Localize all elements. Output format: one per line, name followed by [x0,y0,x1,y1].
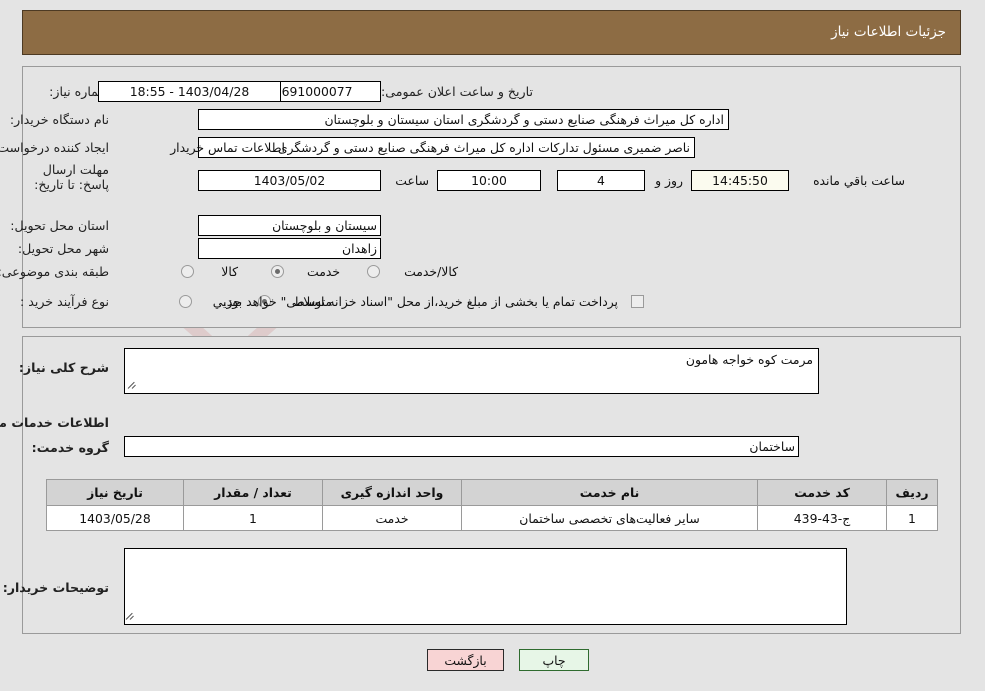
page-root: AriaTender.net جزئیات اطلاعات نیاز شماره… [0,0,985,691]
radio-category-kala-khedmat-label: کالا/خدمت [404,264,458,279]
buyer-org-label: نام دستگاه خریدار: [9,112,109,127]
announce-datetime-label: تاریخ و ساعت اعلان عمومی: [381,84,533,99]
radio-category-khedmat[interactable] [271,265,284,278]
radio-process-jozii[interactable] [179,295,192,308]
need-summary-panel [22,66,961,328]
remaining-days-label: روز و [655,173,683,188]
cell-quantity: 1 [183,505,323,531]
th-service-name: نام خدمت [461,479,758,506]
countdown-timer-value: 14:45:50 [691,170,789,191]
deadline-label: مهلت ارسال پاسخ: تا تاریخ: [34,162,109,192]
buyer-contact-link[interactable]: اطلاعات تماس خریدار [170,140,285,155]
th-row-number: ردیف [886,479,938,506]
back-button[interactable]: بازگشت [427,649,504,671]
service-group-value: ساختمان [124,436,799,457]
services-table: ردیف کد خدمت نام خدمت واحد اندازه گیری ت… [46,479,938,531]
general-description-label: شرح کلی نیاز: [18,360,109,375]
print-button[interactable]: چاپ [519,649,589,671]
request-creator-label: ایجاد کننده درخواست: [0,140,109,155]
radio-category-kala-label: کالا [221,264,238,279]
table-row: 1 ج-43-439 سایر فعالیت‌های تخصصی ساختمان… [46,505,938,531]
table-header-row: ردیف کد خدمت نام خدمت واحد اندازه گیری ت… [46,479,938,506]
subject-category-label: طبقه بندی موضوعی: [0,264,109,279]
deadline-time-value: 10:00 [437,170,541,191]
cell-row-number: 1 [886,505,938,531]
radio-category-kala[interactable] [181,265,194,278]
treasury-document-checkbox[interactable] [631,295,644,308]
delivery-city-label: شهر محل تحویل: [17,241,109,256]
deadline-hour-label: ساعت [395,173,429,188]
cell-service-code: ج-43-439 [757,505,887,531]
cell-unit: خدمت [322,505,462,531]
th-need-date: تاریخ نیاز [46,479,184,506]
cell-need-date: 1403/05/28 [46,505,184,531]
th-unit: واحد اندازه گیری [322,479,462,506]
radio-category-khedmat-label: خدمت [307,264,340,279]
buyer-org-value: اداره کل میراث فرهنگی صنایع دستی و گردشگ… [198,109,729,130]
announce-datetime-value: 1403/04/28 - 18:55 [98,81,281,102]
treasury-document-label: پرداخت تمام یا بخشی از مبلغ خرید،از محل … [222,294,618,309]
deadline-date-value: 1403/05/02 [198,170,381,191]
page-title: جزئیات اطلاعات نیاز [831,24,946,40]
service-group-label: گروه خدمت: [31,440,109,455]
delivery-province-label: استان محل تحویل: [10,218,109,233]
countdown-label: ساعت باقي مانده [813,173,905,188]
buyer-notes-label: توضیحات خریدار: [2,580,109,595]
th-quantity: تعداد / مقدار [183,479,323,506]
purchase-process-label: نوع فرآیند خرید : [19,294,109,309]
window-titlebar: جزئیات اطلاعات نیاز [22,10,961,55]
buyer-notes-textarea[interactable] [124,548,847,625]
remaining-days-value: 4 [557,170,645,191]
radio-category-kala-khedmat[interactable] [367,265,380,278]
general-description-textarea[interactable]: مرمت کوه خواجه هامون [124,348,819,394]
services-info-heading: اطلاعات خدمات مورد نیاز [0,415,109,430]
delivery-city-value: زاهدان [198,238,381,259]
delivery-province-value: سیستان و بلوچستان [198,215,381,236]
th-service-code: کد خدمت [757,479,887,506]
cell-service-name: سایر فعالیت‌های تخصصی ساختمان [461,505,758,531]
